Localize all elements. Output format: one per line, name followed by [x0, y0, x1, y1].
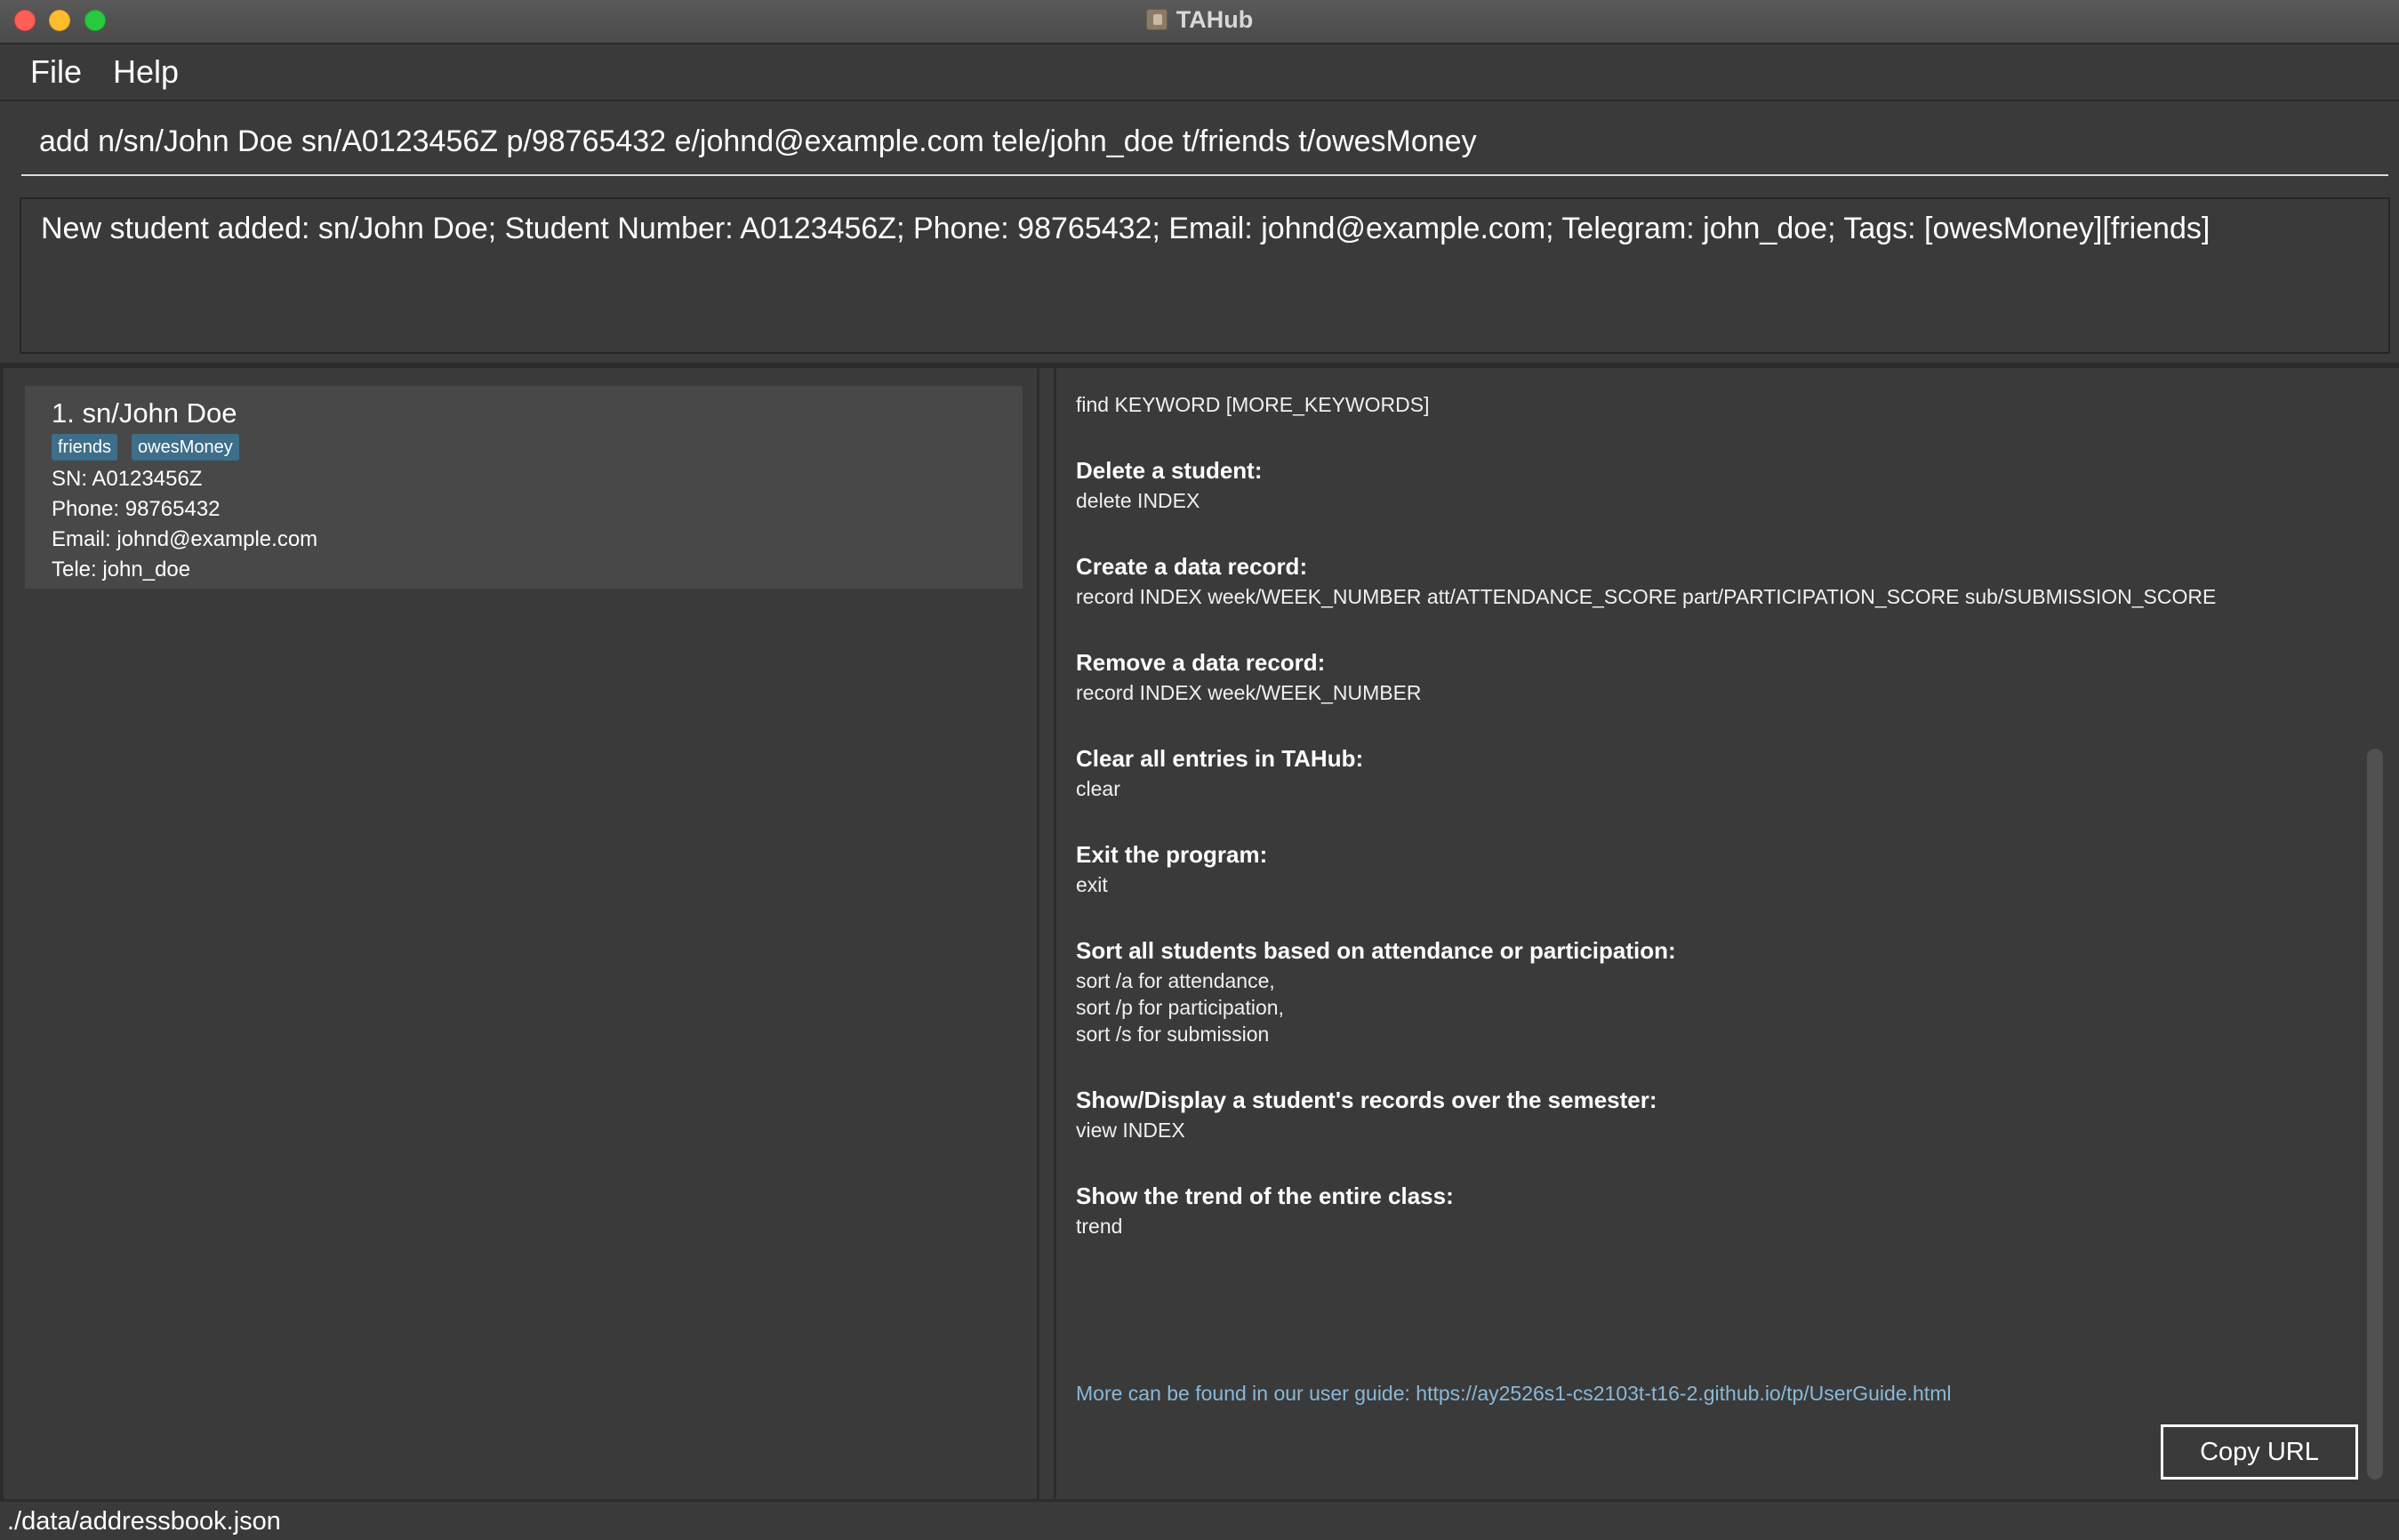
user-guide-link: More can be found in our user guide: htt…: [1076, 1382, 1952, 1405]
student-number: SN: A0123456Z: [52, 467, 203, 491]
menu-file[interactable]: File: [30, 53, 82, 91]
section-title: Show/Display a student's records over th…: [1076, 1087, 1657, 1113]
help-section: Sort all students based on attendance or…: [1076, 934, 2347, 1047]
copy-url-button[interactable]: Copy URL: [2161, 1424, 2358, 1480]
student-telegram: Tele: john_doe: [52, 557, 191, 582]
help-section: Clear all entries in TAHub: clear: [1076, 742, 2347, 802]
section-command: delete INDEX: [1076, 489, 1200, 512]
section-title: Delete a student:: [1076, 457, 1263, 484]
tag-badge: owesMoney: [132, 434, 239, 461]
section-title: Create a data record:: [1076, 553, 1308, 580]
student-card[interactable]: 1. sn/John Doe friends owesMoney SN: A01…: [25, 386, 1023, 589]
student-list-panel[interactable]: 1. sn/John Doe friends owesMoney SN: A01…: [0, 368, 1037, 1499]
help-panel[interactable]: find KEYWORD [MORE_KEYWORDS] Delete a st…: [1056, 368, 2399, 1499]
help-section: Show/Display a student's records over th…: [1076, 1083, 2347, 1143]
find-command: find KEYWORD [MORE_KEYWORDS]: [1076, 393, 1430, 416]
section-command: record INDEX week/WEEK_NUMBER att/ATTEND…: [1076, 585, 2217, 608]
window-title-group: TAHub: [0, 0, 2399, 39]
section-command: view INDEX: [1076, 1119, 1185, 1142]
command-input[interactable]: add n/sn/John Doe sn/A0123456Z p/9876543…: [21, 108, 2388, 176]
section-command: clear: [1076, 777, 1120, 800]
student-email: Email: johnd@example.com: [52, 527, 318, 551]
section-title: Remove a data record:: [1076, 649, 1326, 676]
help-scrollbar-thumb[interactable]: [2367, 749, 2383, 1480]
result-display: New student added: sn/John Doe; Student …: [20, 197, 2390, 354]
tag-badge: friends: [52, 434, 118, 461]
app-icon: [1145, 9, 1167, 30]
section-command: sort /a for attendance, sort /p for part…: [1076, 969, 1284, 1046]
help-section: Delete a student: delete INDEX: [1076, 453, 2347, 514]
help-section: Remove a data record: record INDEX week/…: [1076, 646, 2347, 706]
help-section: Create a data record: record INDEX week/…: [1076, 549, 2347, 610]
section-title: Show the trend of the entire class:: [1076, 1183, 1454, 1209]
section-title: Clear all entries in TAHub:: [1076, 745, 1364, 772]
window-title-bar: TAHub: [0, 0, 2399, 44]
section-title: Sort all students based on attendance or…: [1076, 937, 1676, 964]
section-command: exit: [1076, 873, 1108, 896]
menu-help[interactable]: Help: [113, 53, 179, 91]
window-title: TAHub: [1175, 5, 1254, 33]
panel-split-divider[interactable]: [1037, 368, 1056, 1499]
status-bar: ./data/addressbook.json: [0, 1499, 2399, 1540]
student-phone: Phone: 98765432: [52, 497, 221, 521]
help-section: Show the trend of the entire class: tren…: [1076, 1179, 2347, 1239]
student-name: 1. sn/John Doe: [52, 397, 237, 429]
section-title: Exit the program:: [1076, 841, 1268, 868]
section-command: record INDEX week/WEEK_NUMBER: [1076, 681, 1422, 704]
student-tags: friends owesMoney: [52, 434, 996, 461]
menu-bar: File Help: [0, 44, 2399, 101]
help-section: Exit the program: exit: [1076, 838, 2347, 898]
section-command: trend: [1076, 1215, 1123, 1238]
help-content: find KEYWORD [MORE_KEYWORDS] Delete a st…: [1076, 391, 2347, 1239]
